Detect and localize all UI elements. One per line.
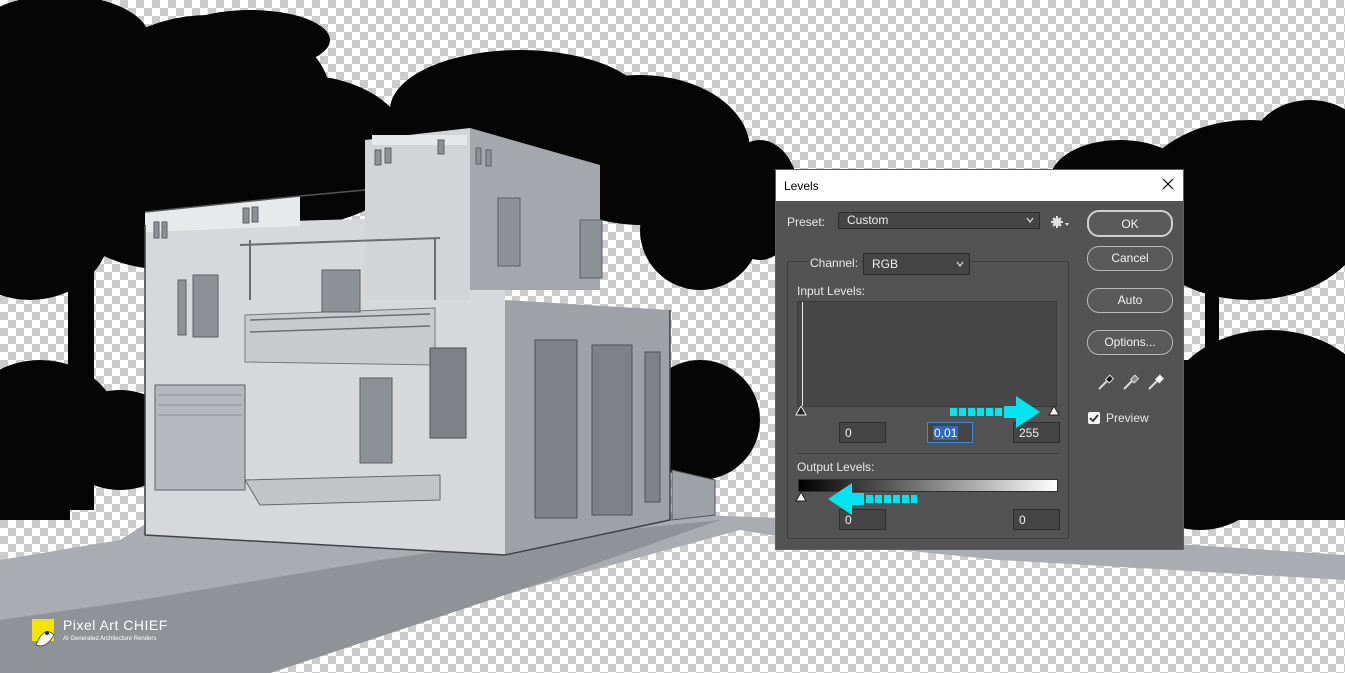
arrow-left-annotation-icon	[828, 483, 917, 515]
histogram-spike	[802, 302, 803, 406]
gear-icon[interactable]	[1050, 214, 1070, 230]
eyedropper-white-icon[interactable]	[1146, 374, 1164, 392]
preset-value: Custom	[847, 213, 889, 227]
close-icon[interactable]	[1159, 175, 1177, 193]
input-black-slider[interactable]	[795, 406, 807, 416]
output-white-field[interactable]: 0	[1013, 509, 1060, 530]
channel-dropdown[interactable]: RGB	[863, 253, 970, 275]
input-levels-label: Input Levels:	[797, 284, 866, 298]
eyedropper-gray-icon[interactable]	[1121, 374, 1139, 392]
input-black-field[interactable]: 0	[839, 422, 886, 443]
output-levels-label: Output Levels:	[797, 460, 875, 474]
dialog-title: Levels	[784, 179, 819, 193]
chevron-down-icon	[956, 261, 964, 267]
histogram	[797, 301, 1057, 407]
watermark-logo: Pixel Art CHIEF AI Generated Architectur…	[30, 615, 180, 655]
chevron-down-icon	[1026, 217, 1034, 223]
section-divider	[797, 453, 1059, 454]
preset-dropdown[interactable]: Custom	[838, 212, 1040, 229]
cancel-button[interactable]: Cancel	[1087, 246, 1173, 271]
chef-fish-logo-icon	[32, 619, 55, 647]
preview-label: Preview	[1106, 411, 1149, 425]
auto-button[interactable]: Auto	[1087, 288, 1173, 313]
channel-value: RGB	[872, 257, 899, 271]
watermark-tagline: AI Generated Architecture Renders	[63, 636, 157, 642]
eyedropper-black-icon[interactable]	[1096, 374, 1114, 392]
preset-label: Preset:	[787, 215, 826, 229]
channel-label: Channel:	[808, 256, 861, 270]
levels-dialog: Levels Preset: Custom Channel: RGB Input…	[775, 169, 1184, 550]
ok-button[interactable]: OK	[1087, 210, 1173, 237]
dialog-titlebar[interactable]: Levels	[776, 170, 1183, 201]
input-white-slider[interactable]	[1048, 406, 1060, 416]
arrow-right-annotation-icon	[950, 396, 1040, 428]
output-black-slider[interactable]	[795, 492, 807, 502]
watermark-brand: Pixel Art CHIEF	[63, 617, 168, 633]
preview-checkbox[interactable]	[1088, 412, 1100, 424]
options-button[interactable]: Options...	[1087, 330, 1173, 355]
checkbox-checked-icon	[1089, 414, 1099, 423]
